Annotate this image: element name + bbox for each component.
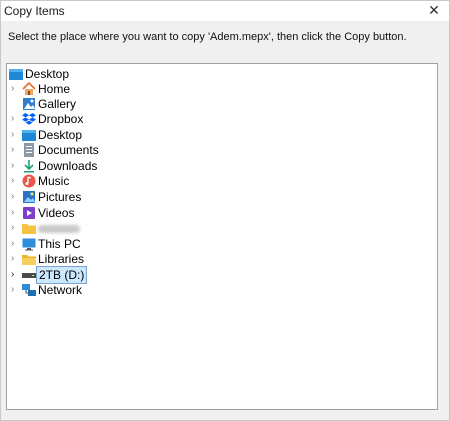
chevron-right-icon[interactable]: › <box>11 81 19 97</box>
tree-item-this-pc[interactable]: › This PC <box>7 236 427 252</box>
tree-item-home[interactable]: › Home <box>7 81 427 97</box>
chevron-right-icon[interactable]: › <box>11 220 19 236</box>
tree-item-drive-d[interactable]: › 2TB (D:) <box>7 266 427 284</box>
tree-item-documents[interactable]: › Documents <box>7 142 427 158</box>
chevron-right-icon[interactable]: › <box>11 189 19 205</box>
chevron-right-icon[interactable]: › <box>11 142 19 158</box>
tree-item-label: Libraries <box>38 252 85 266</box>
dropbox-icon <box>22 113 36 125</box>
desktop-folder-icon <box>9 69 23 80</box>
folder-tree[interactable]: Desktop › Home Gallery › Dropbox › Deskt… <box>6 63 438 410</box>
chevron-right-icon[interactable]: › <box>11 236 19 252</box>
tree-item-label: Pictures <box>38 190 82 204</box>
pictures-icon <box>23 191 35 203</box>
chevron-right-icon[interactable]: › <box>11 282 19 298</box>
tree-item-label: Gallery <box>38 97 77 111</box>
tree-item-label: Downloads <box>38 159 98 173</box>
title-bar: Copy Items ✕ <box>1 1 449 21</box>
tree-item-music[interactable]: › Music <box>7 173 427 189</box>
chevron-right-icon[interactable]: › <box>11 251 19 267</box>
tree-item-label: Dropbox <box>38 112 84 126</box>
chevron-right-icon[interactable]: › <box>11 111 19 127</box>
tree-item-downloads[interactable]: › Downloads <box>7 158 427 174</box>
drive-icon <box>22 273 36 278</box>
videos-icon <box>23 207 35 219</box>
tree-item-label: Desktop <box>38 128 83 142</box>
chevron-right-icon[interactable]: › <box>11 127 19 143</box>
tree-item-redacted-folder[interactable]: › <box>7 220 427 236</box>
tree-item-label: Music <box>38 174 70 188</box>
tree-item-desktop[interactable]: › Desktop <box>7 127 427 143</box>
tree-item-libraries[interactable]: › Libraries <box>7 251 427 267</box>
copy-items-dialog: Copy Items ✕ Select the place where you … <box>0 0 450 421</box>
music-icon <box>22 174 36 188</box>
tree-item-label: Videos <box>38 206 75 220</box>
desktop-folder-icon <box>22 130 36 141</box>
tree-item-videos[interactable]: › Videos <box>7 205 427 221</box>
chevron-right-icon[interactable]: › <box>11 173 19 189</box>
tree-item-label: Home <box>38 82 71 96</box>
tree-item-gallery[interactable]: Gallery <box>7 96 427 112</box>
home-icon <box>22 82 36 95</box>
this-pc-icon <box>22 238 36 251</box>
tree-item-label: Network <box>38 283 83 297</box>
tree-item-label: This PC <box>38 237 81 251</box>
tree-item-pictures[interactable]: › Pictures <box>7 189 427 205</box>
documents-icon <box>24 143 34 157</box>
tree-root-desktop[interactable]: Desktop <box>7 66 427 82</box>
libraries-icon <box>22 255 36 265</box>
folder-icon <box>22 224 36 234</box>
instructions-text: Select the place where you want to copy … <box>8 31 407 43</box>
redacted-text <box>38 225 80 233</box>
close-button[interactable]: ✕ <box>423 1 445 21</box>
tree-item-label <box>38 221 80 236</box>
chevron-right-icon[interactable]: › <box>11 158 19 174</box>
chevron-right-icon[interactable]: › <box>11 267 19 283</box>
network-icon <box>22 284 36 296</box>
tree-item-label: Desktop <box>25 67 70 81</box>
window-title: Copy Items <box>4 4 65 18</box>
chevron-right-icon[interactable]: › <box>11 205 19 221</box>
tree-item-network[interactable]: › Network <box>7 282 427 298</box>
downloads-icon <box>24 160 34 173</box>
tree-item-label: Documents <box>38 143 99 157</box>
tree-item-dropbox[interactable]: › Dropbox <box>7 111 427 127</box>
gallery-icon <box>23 98 35 110</box>
